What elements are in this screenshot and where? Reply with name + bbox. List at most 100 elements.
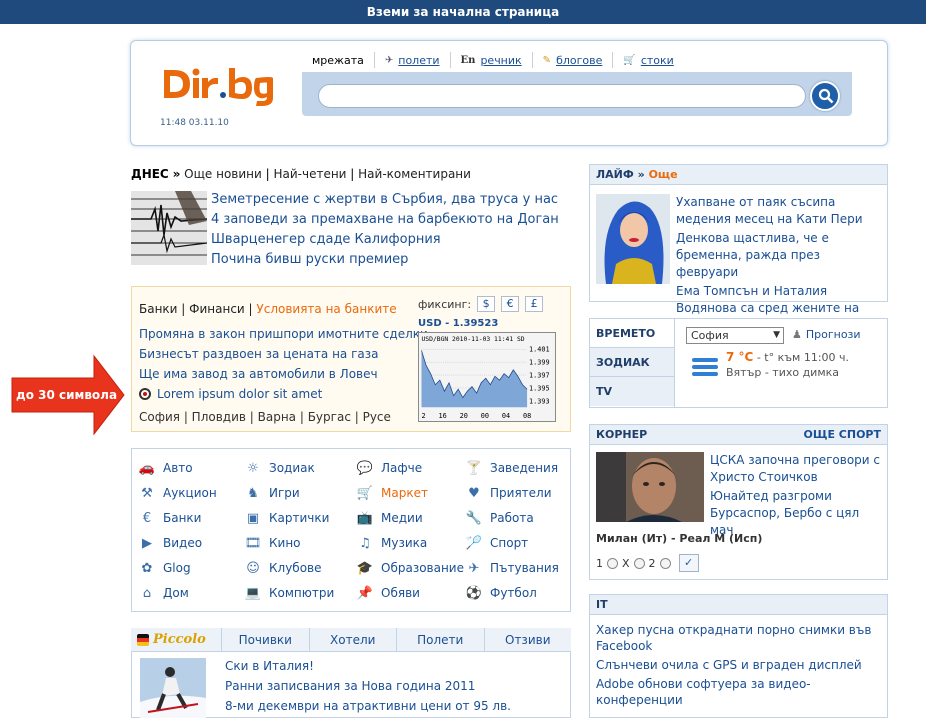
more-sport-link[interactable]: ОЩЕ СПОРТ — [804, 425, 881, 444]
news-item[interactable]: Земетресение с жертви в Сърбия, два трус… — [211, 190, 559, 210]
match-title: Милан (Ит) - Реал М (Исп) — [596, 532, 763, 545]
category-link[interactable]: ♥ Приятели — [464, 485, 551, 501]
category-link[interactable]: 🍸 Заведения — [464, 460, 558, 476]
category-link[interactable]: ✈ Пътувания — [464, 560, 559, 576]
tab-piccolo-holidays[interactable]: Почивки — [221, 628, 309, 651]
tab-tv[interactable]: TV — [590, 377, 674, 406]
pin-icon: 📌 — [356, 585, 374, 601]
category-link[interactable]: ♫ Музика — [355, 535, 427, 551]
city-link[interactable]: Бургас — [308, 410, 351, 424]
finance-link[interactable]: Бизнесът раздвоен за цената на газа — [139, 344, 428, 364]
category-link[interactable]: € Банки — [137, 510, 202, 526]
news-most-commented-link[interactable]: Най-коментирани — [358, 167, 471, 181]
vote-radio-1[interactable] — [607, 557, 618, 569]
category-link[interactable]: 💻 Компютри — [243, 585, 334, 601]
finance-link[interactable]: Промяна в закон пришпори имотните сделки — [139, 324, 428, 344]
search-tab-shopping[interactable]: 🛒 стоки — [612, 52, 683, 68]
category-link[interactable]: ♞ Игри — [243, 485, 300, 501]
category-link[interactable]: 🎓 Образование — [355, 560, 464, 576]
life-item[interactable]: Денкова щастлива, че е бременна, ражда п… — [676, 230, 882, 281]
search-button[interactable] — [810, 81, 840, 111]
news-most-read-link[interactable]: Най-четени — [273, 167, 346, 181]
finance-link-placeholder[interactable]: Lorem ipsum dolor sit amet — [139, 384, 428, 404]
vote-radio-2[interactable] — [659, 557, 671, 569]
category-link[interactable]: ⚒ Аукцион — [137, 485, 217, 501]
fixing-eur-button[interactable]: € — [501, 296, 520, 312]
chart-x-tick: 00 — [481, 412, 489, 420]
chart-y-tick: 1.399 — [529, 359, 550, 367]
category-link[interactable]: ☼ Зодиак — [243, 460, 315, 476]
vote-row: 1 X 2 ✓ — [596, 554, 699, 572]
piccolo-item[interactable]: Ранни записвания за Нова година 2011 — [225, 676, 511, 696]
piccolo-item[interactable]: Ски в Италия! — [225, 656, 511, 676]
city-link[interactable]: Варна — [258, 410, 296, 424]
category-link[interactable]: ⚽ Футбол — [464, 585, 537, 601]
weather-forecast-link[interactable]: ♟ Прогнози — [792, 328, 861, 341]
piccolo-flag-icon — [137, 633, 149, 646]
search-input[interactable] — [318, 84, 806, 108]
it-header: IT — [590, 595, 887, 615]
vote-radio-x[interactable] — [633, 557, 645, 569]
life-more-link[interactable]: Още — [649, 168, 678, 181]
glog-icon: ✿ — [141, 560, 153, 576]
chevron-down-icon: ▼ — [773, 330, 780, 340]
piccolo-thumbnail[interactable] — [140, 658, 206, 718]
category-link[interactable]: 🏸 Спорт — [464, 535, 528, 551]
life-item[interactable]: Ухапване от паяк съсипа медения месец на… — [676, 194, 882, 228]
it-item[interactable]: Adobe обнови софтуера за видео-конференц… — [596, 676, 878, 708]
life-list: Ухапване от паяк съсипа медения месец на… — [676, 194, 882, 334]
news-item[interactable]: Шварценегер сдаде Калифорния — [211, 230, 559, 250]
travel-icon: ✈ — [468, 560, 480, 576]
tab-piccolo-hotels[interactable]: Хотели — [308, 628, 397, 651]
category-link[interactable]: 🎞 Кино — [243, 535, 301, 551]
category-link[interactable]: 📌 Обяви — [355, 585, 420, 601]
tab-banks[interactable]: Банки — [139, 302, 177, 316]
corner-thumbnail[interactable] — [596, 452, 704, 522]
search-tab-blogs[interactable]: ✎ блогове — [531, 52, 613, 68]
tab-zodiac[interactable]: ЗОДИАК — [590, 348, 674, 377]
search-tab-dictionary[interactable]: En речник — [449, 52, 532, 68]
set-homepage-bar[interactable]: Вземи за начална страница — [0, 0, 926, 24]
news-item[interactable]: 4 заповеди за премахване на барбекюто на… — [211, 210, 559, 230]
category-link[interactable]: 🛒 Маркет — [355, 485, 428, 501]
city-link[interactable]: София — [139, 410, 180, 424]
news-thumbnail[interactable] — [131, 191, 207, 265]
category-link[interactable]: 💬 Лафче — [355, 460, 422, 476]
category-link[interactable]: 📺 Медии — [355, 510, 423, 526]
life-thumbnail[interactable] — [596, 194, 670, 284]
fx-chart[interactable]: USD/BGN 2010-11-03 11:41 SD 1.401 1.399 1.3… — [418, 332, 556, 422]
search-tab-flights[interactable]: ✈ полети — [373, 52, 450, 68]
category-link[interactable]: ▶ Видео — [137, 535, 202, 551]
category-link[interactable]: ✿ Glog — [137, 560, 191, 576]
chart-y-tick: 1.395 — [529, 384, 550, 392]
tab-piccolo-flights[interactable]: Полети — [396, 628, 484, 651]
news-more-link[interactable]: Още новини — [184, 167, 262, 181]
category-link[interactable]: 🚗 Авто — [137, 460, 193, 476]
fixing-usd-button[interactable]: $ — [477, 296, 496, 312]
chart-area — [421, 350, 528, 408]
dir-bg-logo[interactable] — [160, 64, 276, 106]
corner-item[interactable]: ЦСКА започна преговори с Христо Стоичков — [710, 452, 882, 486]
tab-piccolo-reviews[interactable]: Отзиви — [483, 628, 572, 651]
it-item[interactable]: Хакер пусна откраднати порно снимки във … — [596, 622, 878, 654]
tab-finance[interactable]: Финанси — [189, 302, 245, 316]
news-item[interactable]: Почина бивш руски премиер — [211, 250, 559, 270]
piccolo-logo[interactable]: Piccolo — [131, 628, 221, 651]
city-link[interactable]: Пловдив — [192, 410, 246, 424]
vote-submit-button[interactable]: ✓ — [678, 554, 699, 572]
piccolo-item[interactable]: 8-ми декември на атрактивни цени от 95 л… — [225, 696, 511, 716]
category-link[interactable]: ▣ Картички — [243, 510, 330, 526]
it-item[interactable]: Слънчеви очила с GPS и вграден дисплей — [596, 657, 878, 673]
film-icon: 🎞 — [244, 535, 262, 551]
weather-city-select[interactable]: София ▼ — [686, 327, 784, 344]
tab-bank-conditions[interactable]: Условията на банките — [256, 302, 396, 316]
category-link[interactable]: ☺ Клубове — [243, 560, 321, 576]
city-link[interactable]: Русе — [363, 410, 391, 424]
category-link[interactable]: 🔧 Работа — [464, 510, 534, 526]
graduation-icon: 🎓 — [356, 560, 374, 576]
search-tab-web[interactable]: мрежата — [302, 52, 374, 68]
tab-weather[interactable]: ВРЕМЕТО — [590, 319, 674, 348]
category-link[interactable]: ⌂ Дом — [137, 585, 189, 601]
fixing-gbp-button[interactable]: £ — [525, 296, 544, 312]
finance-link[interactable]: Ще има завод за автомобили в Ловеч — [139, 364, 428, 384]
